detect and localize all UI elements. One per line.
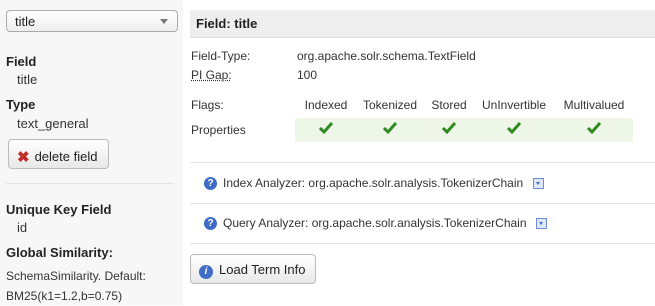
sidebar-divider [6,183,174,184]
flag-header-indexed: Indexed [304,98,348,112]
load-term-info-label: Load Term Info [219,262,306,277]
field-value: title [17,72,38,87]
question-icon[interactable]: ? [204,217,217,231]
similarity-heading: Global Similarity: [6,245,113,260]
field-type-label: Field-Type: [191,49,251,63]
field-type-value: org.apache.solr.schema.TextField [297,49,476,63]
divider [190,243,655,244]
delete-field-button[interactable]: ✖ delete field [8,139,109,169]
checkmark-icon [442,122,456,135]
chevron-down-icon [160,19,168,24]
divider [190,203,655,204]
divider [190,162,655,163]
field-heading: Field [6,54,37,69]
index-analyzer-value: org.apache.solr.analysis.TokenizerChain [308,176,524,190]
query-analyzer: ? Query Analyzer: org.apache.solr.analysi… [204,216,547,231]
question-icon[interactable]: ? [204,177,217,191]
load-term-info-button[interactable]: i Load Term Info [190,254,316,284]
query-analyzer-label: Query Analyzer: [223,216,309,230]
checkmark-icon [507,122,521,135]
checkmark-icon [319,122,333,135]
x-icon: ✖ [17,149,30,166]
flag-header-stored: Stored [431,98,467,112]
flags-label: Flags: [191,98,224,112]
page-title: Field: title [190,10,655,38]
unique-key-heading: Unique Key Field [6,202,112,217]
delete-field-label: delete field [34,149,98,164]
properties-row [295,118,633,142]
index-analyzer-label: Index Analyzer: [223,176,306,190]
flag-header-uninvertible: UnInvertible [481,98,547,112]
flag-header-tokenized: Tokenized [362,98,418,112]
pi-gap-value: 100 [297,68,318,82]
field-select[interactable]: title [6,10,178,32]
query-analyzer-toggle-icon[interactable] [535,218,547,230]
checkmark-icon [587,122,601,135]
type-value: text_general [17,116,89,131]
pi-gap-label: PI Gap: [191,68,232,82]
type-heading: Type [6,97,36,112]
field-select-value: title [15,14,36,29]
unique-key-value: id [17,220,28,235]
flag-header-multivalued: Multivalued [563,98,625,112]
sidebar: title Field title Type text_general ✖ del… [0,0,183,305]
index-analyzer-toggle-icon[interactable] [532,178,544,190]
query-analyzer-value: org.apache.solr.analysis.TokenizerChain [311,216,527,230]
info-icon: i [199,265,213,279]
index-analyzer: ? Index Analyzer: org.apache.solr.analysi… [204,176,544,191]
checkmark-icon [383,122,397,135]
similarity-value: SchemaSimilarity. Default: BM25(k1=1.2,b… [6,269,146,303]
properties-label: Properties [191,123,246,137]
